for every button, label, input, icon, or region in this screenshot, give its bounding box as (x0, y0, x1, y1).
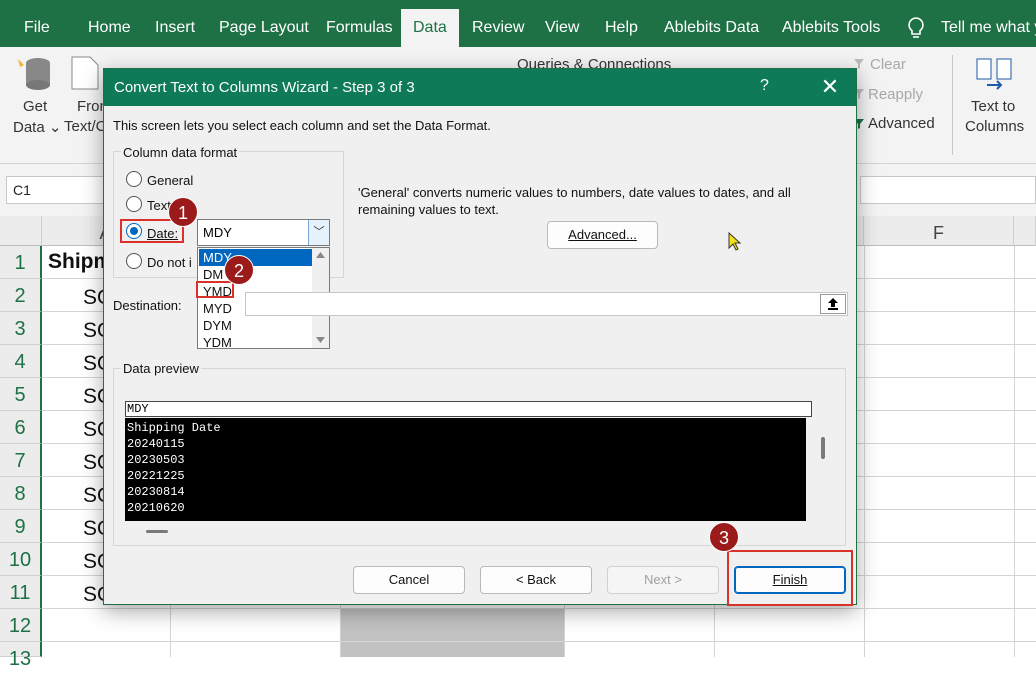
preview-line: 20240115 (127, 436, 806, 452)
column-data-format-label: Column data format (121, 145, 239, 160)
row-header[interactable]: 4 (0, 345, 42, 378)
clear-button[interactable]: Clear (870, 56, 906, 73)
preview-line: 20210620 (127, 500, 806, 516)
collapse-dialog-button[interactable] (820, 294, 846, 314)
row-header[interactable]: 12 (0, 609, 42, 642)
destination-input[interactable] (245, 292, 848, 316)
dialog-titlebar: Convert Text to Columns Wizard - Step 3 … (104, 69, 856, 106)
grid-line (1014, 246, 1015, 657)
data-preview-label: Data preview (121, 361, 201, 376)
excel-menu-bar: File Home Insert Page Layout Formulas Da… (0, 0, 1036, 47)
radio-general-label[interactable]: General (147, 173, 193, 188)
tab-file[interactable]: File (24, 0, 50, 47)
row-header[interactable]: 10 (0, 543, 42, 576)
tab-ablebits-tools[interactable]: Ablebits Tools (782, 0, 880, 47)
radio-general[interactable] (126, 171, 142, 187)
format-description-line2: remaining values to text. (358, 202, 499, 217)
dialog-intro-text: This screen lets you select each column … (113, 118, 491, 133)
column-header-f[interactable]: F (864, 216, 1014, 246)
date-option-dym[interactable]: DYM (199, 317, 312, 334)
reapply-button[interactable]: Reapply (868, 86, 923, 103)
destination-label: Destination: (113, 298, 182, 313)
get-data-label[interactable]: Get (23, 98, 47, 115)
row-header[interactable]: 5 (0, 378, 42, 411)
tab-page-layout[interactable]: Page Layout (219, 0, 309, 47)
row-header[interactable]: 6 (0, 411, 42, 444)
grid-line (864, 246, 865, 657)
date-format-select[interactable]: MDY ﹀ (197, 219, 330, 246)
get-data-label-2[interactable]: Data ⌄ (13, 118, 61, 136)
step-badge-1: 1 (168, 197, 198, 227)
tab-data[interactable]: Data (401, 9, 459, 47)
from-text-label-2[interactable]: Text/C (64, 118, 107, 135)
preview-line: Shipping Date (127, 420, 806, 436)
preview-column-header[interactable]: MDY (125, 401, 812, 417)
tab-insert[interactable]: Insert (155, 0, 195, 47)
text-to-columns-label-2[interactable]: Columns (965, 118, 1024, 135)
advanced-button[interactable]: Advanced... (547, 221, 658, 249)
text-to-columns-icon (975, 55, 1013, 91)
preview-data[interactable]: Shipping Date 20240115 20230503 20221225… (125, 418, 806, 521)
tab-home[interactable]: Home (88, 0, 131, 47)
mouse-cursor-icon (728, 232, 742, 252)
help-button[interactable]: ? (760, 77, 769, 95)
step-badge-2: 2 (224, 255, 254, 285)
selected-column-c (340, 609, 564, 657)
tab-formulas[interactable]: Formulas (326, 0, 393, 47)
scroll-down-icon[interactable] (316, 337, 325, 343)
close-icon[interactable]: ✕ (816, 73, 844, 101)
radio-text[interactable] (126, 196, 142, 212)
tab-ablebits-data[interactable]: Ablebits Data (664, 0, 759, 47)
formula-input[interactable] (860, 176, 1036, 204)
name-box[interactable]: C1 (6, 176, 106, 204)
text-to-columns-label[interactable]: Text to (971, 98, 1015, 115)
upload-arrow-icon (827, 297, 839, 311)
back-button[interactable]: < Back (480, 566, 592, 594)
highlight-finish-button (727, 550, 853, 606)
preview-line: 20230503 (127, 452, 806, 468)
row-header[interactable]: 2 (0, 279, 42, 312)
tab-review[interactable]: Review (472, 0, 524, 47)
preview-vertical-scrollbar[interactable] (821, 437, 825, 459)
grid-line (42, 608, 1036, 609)
advanced-filter-button[interactable]: Advanced (868, 115, 935, 132)
highlight-ymd-option (196, 281, 234, 298)
format-description-line1: 'General' converts numeric values to num… (358, 185, 791, 200)
chevron-down-icon[interactable]: ﹀ (308, 220, 329, 245)
ribbon-divider (952, 55, 953, 155)
text-to-columns-wizard-dialog: Convert Text to Columns Wizard - Step 3 … (103, 68, 857, 605)
scroll-up-icon[interactable] (316, 252, 325, 258)
from-text-icon (66, 55, 102, 91)
row-header[interactable]: 1 (0, 246, 42, 279)
get-data-icon (14, 53, 58, 93)
row-header[interactable]: 9 (0, 510, 42, 543)
dialog-title: Convert Text to Columns Wizard - Step 3 … (114, 79, 415, 96)
row-header[interactable]: 3 (0, 312, 42, 345)
lightbulb-icon[interactable] (906, 0, 926, 47)
step-badge-3: 3 (709, 522, 739, 552)
row-header[interactable]: 13 (0, 642, 42, 657)
row-header[interactable]: 8 (0, 477, 42, 510)
radio-skip-column-label[interactable]: Do not i (147, 255, 192, 270)
row-header[interactable]: 11 (0, 576, 42, 609)
grid-line (42, 641, 1036, 642)
radio-skip-column[interactable] (126, 253, 142, 269)
tab-help[interactable]: Help (605, 0, 638, 47)
tell-me-search[interactable]: Tell me what y (941, 0, 1036, 47)
row-header[interactable]: 7 (0, 444, 42, 477)
column-header-g[interactable] (1014, 216, 1036, 246)
cancel-button[interactable]: Cancel (353, 566, 465, 594)
next-button[interactable]: Next > (607, 566, 719, 594)
preview-line: 20230814 (127, 484, 806, 500)
date-option-mdy[interactable]: MDY (199, 249, 312, 266)
date-option-ydm[interactable]: YDM (199, 334, 312, 351)
preview-horizontal-scrollbar[interactable] (146, 530, 168, 533)
preview-line: 20221225 (127, 468, 806, 484)
tab-view[interactable]: View (545, 0, 579, 47)
select-all-corner[interactable] (0, 216, 42, 246)
